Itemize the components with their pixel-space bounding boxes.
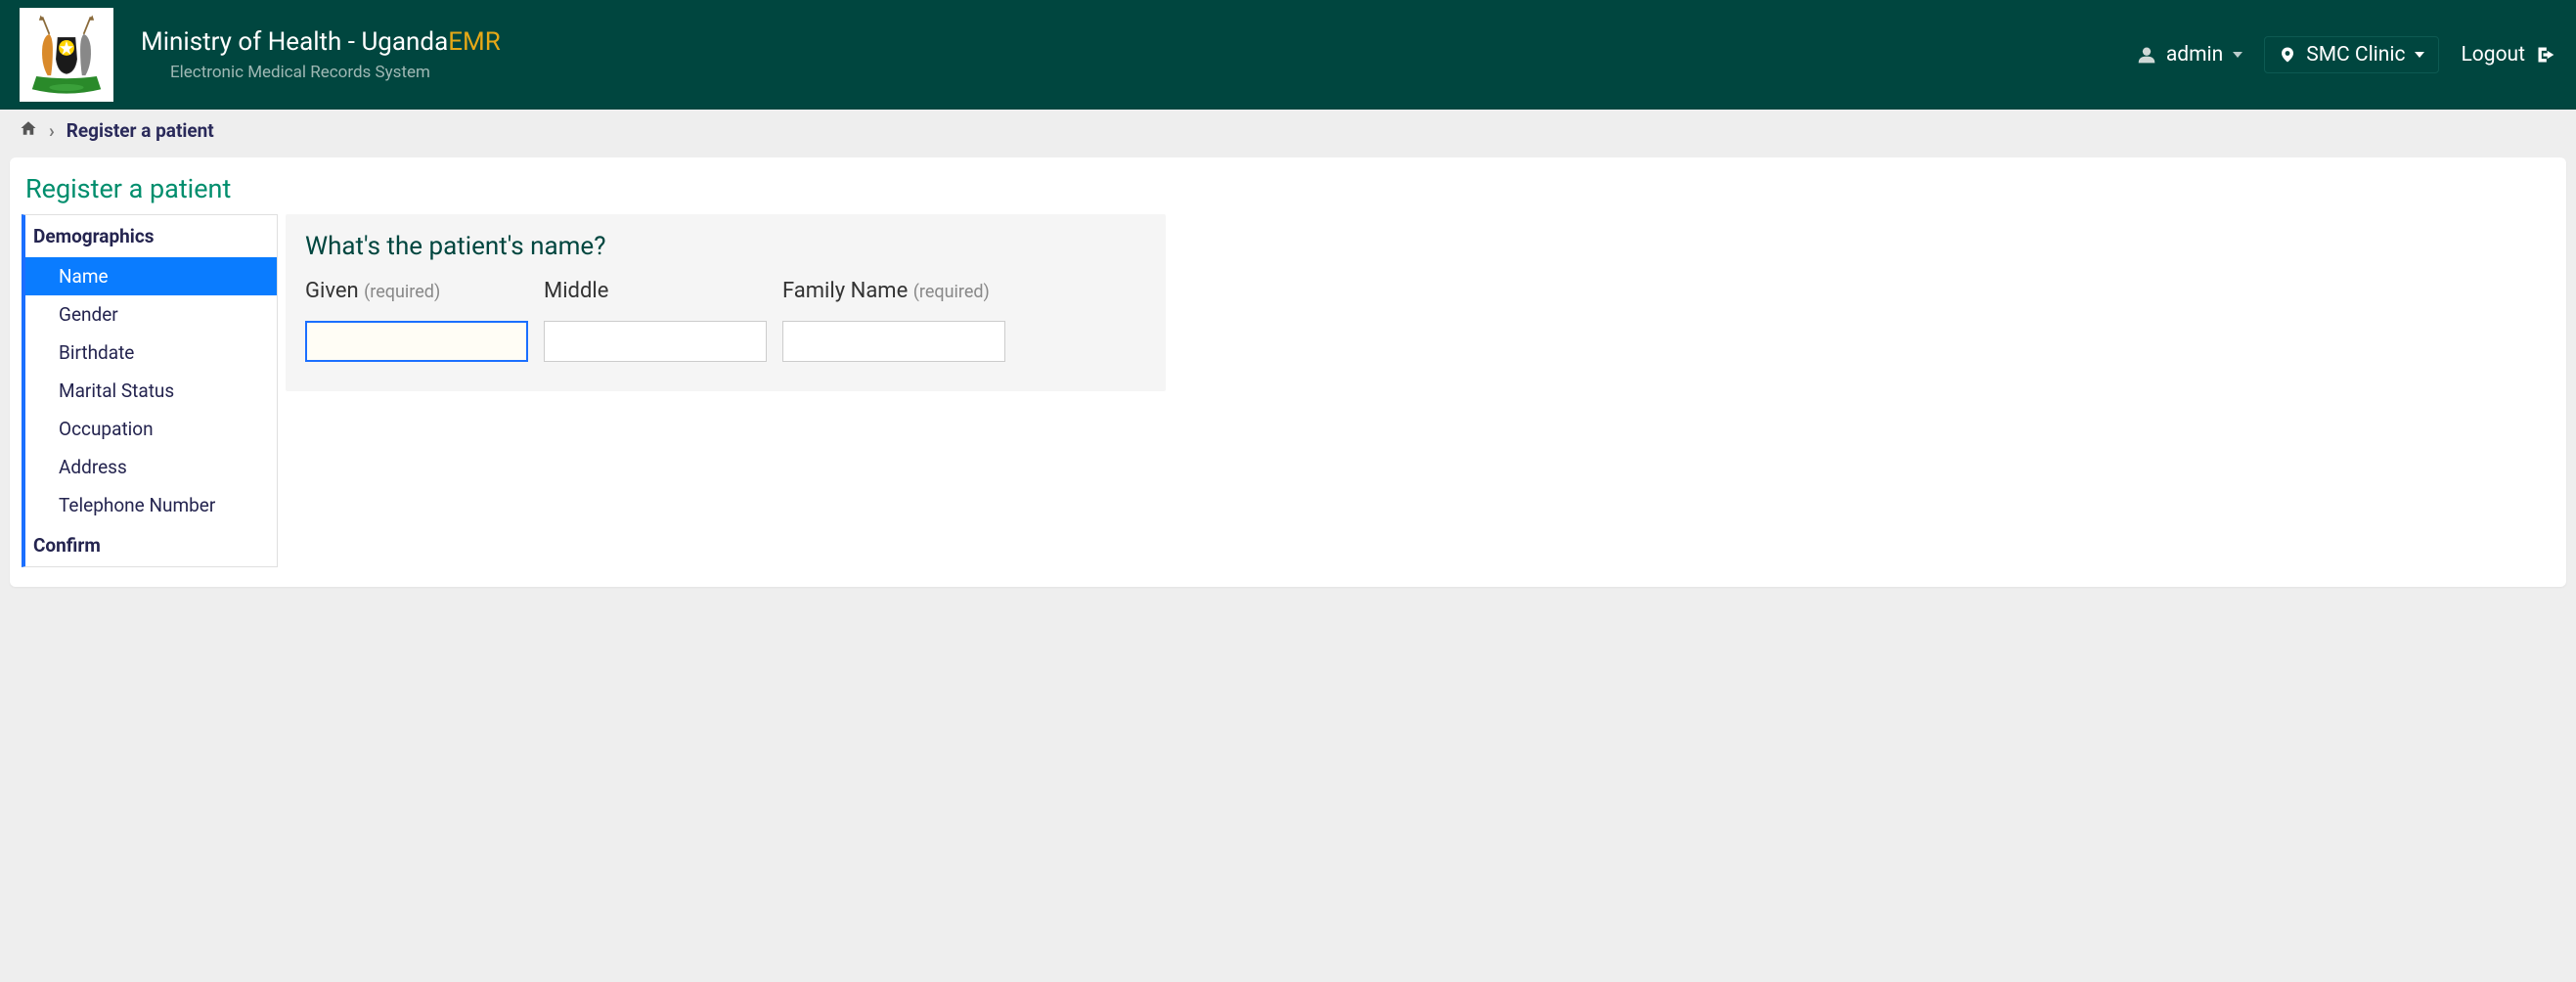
breadcrumb: › Register a patient [0,110,2576,152]
breadcrumb-current: Register a patient [67,119,214,142]
home-icon[interactable] [20,119,37,142]
family-label-text: Family Name [782,279,908,303]
family-input[interactable] [782,321,1005,362]
app-title: Ministry of Health - UgandaEMR [141,27,2137,57]
app-header: Ministry of Health - UgandaEMR Electroni… [0,0,2576,110]
app-title-prefix: Ministry of Health - Uganda [141,27,448,57]
app-title-suffix: EMR [448,27,501,57]
chevron-down-icon [2233,52,2243,58]
user-name: admin [2166,43,2223,67]
given-label: Given (required) [305,279,528,303]
map-marker-icon [2279,44,2296,66]
logo [20,8,113,102]
sidebar-item-gender[interactable]: Gender [25,295,277,334]
family-label: Family Name (required) [782,279,1005,303]
content-row: Demographics Name Gender Birthdate Marit… [22,214,2554,567]
logout-button[interactable]: Logout [2461,43,2556,67]
given-required: (required) [364,282,440,302]
given-input[interactable] [305,321,528,362]
field-given: Given (required) [305,279,528,362]
sidebar: Demographics Name Gender Birthdate Marit… [22,214,278,567]
page-title: Register a patient [25,173,2554,204]
sidebar-item-birthdate[interactable]: Birthdate [25,334,277,372]
location-name: SMC Clinic [2306,43,2405,67]
breadcrumb-separator: › [49,119,55,142]
coat-of-arms-icon [23,12,110,98]
sidebar-item-address[interactable]: Address [25,448,277,486]
sidebar-item-name[interactable]: Name [25,257,277,295]
given-label-text: Given [305,279,359,303]
main-card: Register a patient Demographics Name Gen… [10,157,2566,587]
logout-label: Logout [2461,43,2525,67]
user-menu[interactable]: admin [2137,43,2243,67]
middle-label: Middle [544,279,767,303]
sidebar-item-marital-status[interactable]: Marital Status [25,372,277,410]
field-family: Family Name (required) [782,279,1005,362]
header-right: admin SMC Clinic Logout [2137,36,2556,73]
form-panel: What's the patient's name? Given (requir… [286,214,1166,391]
logout-icon [2535,45,2556,65]
sidebar-item-telephone[interactable]: Telephone Number [25,486,277,524]
field-middle: Middle [544,279,767,362]
fields-row: Given (required) Middle Family Name (req… [305,279,1146,362]
form-question: What's the patient's name? [305,232,1146,261]
title-block: Ministry of Health - UgandaEMR Electroni… [141,27,2137,82]
location-menu[interactable]: SMC Clinic [2264,36,2439,73]
user-icon [2137,45,2156,65]
middle-input[interactable] [544,321,767,362]
sidebar-section-demographics: Demographics [25,215,277,257]
sidebar-item-occupation[interactable]: Occupation [25,410,277,448]
chevron-down-icon [2415,52,2424,58]
family-required: (required) [913,282,990,302]
sidebar-section-confirm[interactable]: Confirm [25,524,277,566]
app-subtitle: Electronic Medical Records System [170,63,2137,82]
